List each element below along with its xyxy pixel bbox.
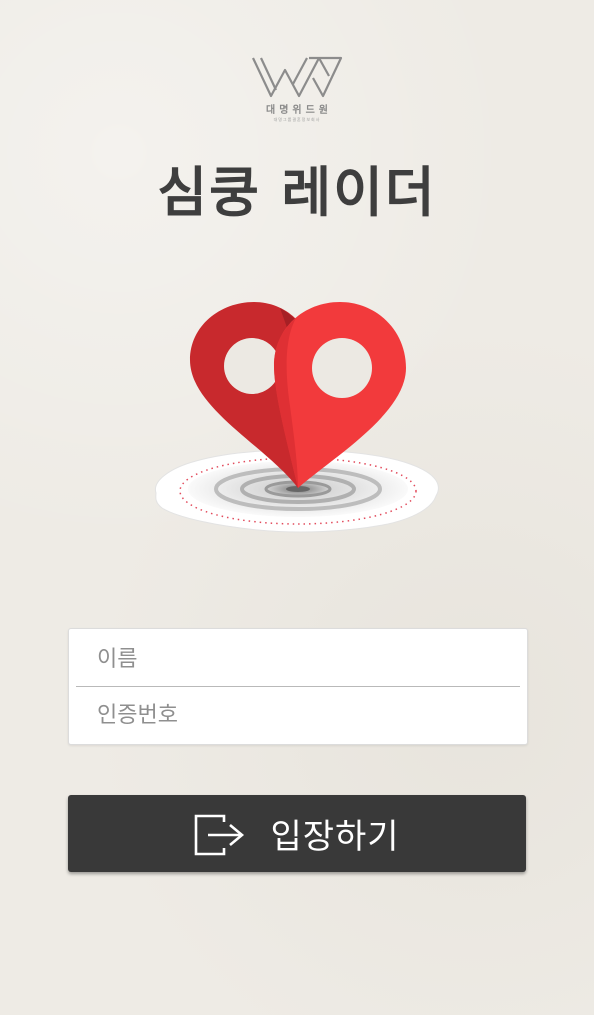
enter-button[interactable]: 입장하기 [68, 795, 526, 872]
auth-code-input[interactable] [77, 687, 519, 743]
w-logo-icon [252, 56, 343, 98]
name-input[interactable] [77, 631, 519, 687]
login-form [68, 628, 528, 745]
enter-button-label: 입장하기 [270, 817, 400, 857]
brand-logo: 대명위드원 대명그룹결혼정보회사 [247, 56, 347, 123]
heart-location-pin-icon [155, 302, 439, 533]
enter-arrow-icon [195, 814, 245, 855]
app-title: 심쿵 레이더 [157, 161, 437, 224]
logo-subtitle: 대명그룹결혼정보회사 [273, 117, 321, 122]
logo-wordmark: 대명위드원 [266, 105, 332, 116]
